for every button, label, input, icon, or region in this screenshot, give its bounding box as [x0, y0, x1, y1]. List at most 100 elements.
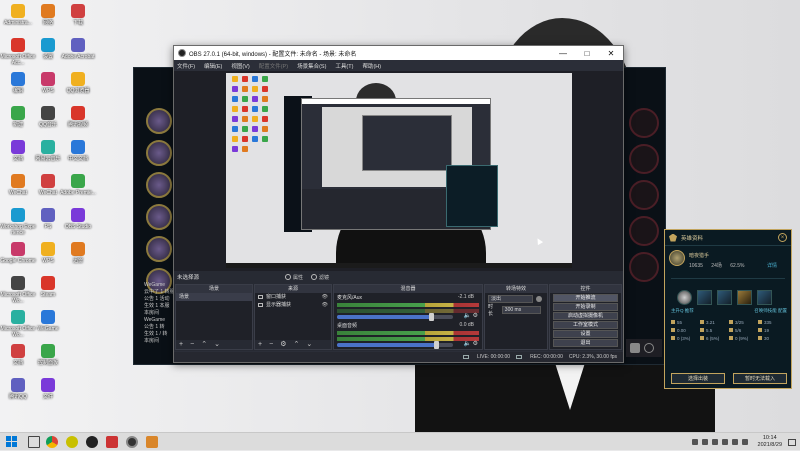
system-clock[interactable]: 10:14 2021/8/29	[758, 435, 782, 449]
scene-item[interactable]: 场景	[176, 293, 252, 301]
ban-slot[interactable]	[629, 180, 659, 210]
champion-avatar[interactable]	[146, 172, 172, 198]
qq-browser-icon[interactable]	[66, 436, 78, 448]
source-item-window-capture[interactable]: 窗口捕获 👁	[255, 293, 331, 301]
eye-icon[interactable]: 👁	[322, 301, 328, 309]
desktop-shortcut-label: Adobe Acrobat	[61, 54, 95, 60]
properties-button[interactable]: 属性	[285, 274, 303, 281]
add-icon[interactable]: +	[258, 341, 262, 348]
desktop-shortcut[interactable]: QQ浏览器	[60, 72, 96, 94]
audio-mixer-dock: 混音器 麦克风/Aux -2.1 dB 🔈 ⚙ 桌面音频 0.0 dB 🔈 ⚙	[333, 284, 483, 350]
task-view-icon[interactable]	[28, 436, 40, 448]
ban-slot[interactable]	[629, 216, 659, 246]
obs-taskbar-icon[interactable]	[126, 436, 138, 448]
qq-icon[interactable]	[86, 436, 98, 448]
menu-view[interactable]: 视图(V)	[231, 62, 249, 70]
desktop-shortcut[interactable]: WeGame	[30, 310, 66, 332]
remove-icon[interactable]: −	[190, 341, 194, 348]
item-slot[interactable]	[697, 290, 712, 305]
champion-avatar[interactable]	[146, 108, 172, 134]
obs-preview-area[interactable]	[174, 71, 623, 271]
book-icon[interactable]	[630, 343, 640, 353]
chrome-icon[interactable]	[46, 436, 58, 448]
speaker-icon[interactable]: 🔈	[463, 313, 470, 319]
volume-fader-knob[interactable]	[429, 313, 435, 321]
game-launcher-icon[interactable]	[106, 436, 118, 448]
start-virtual-camera-button[interactable]: 启动虚拟摄像机	[553, 312, 618, 320]
volume-fader[interactable]	[337, 341, 454, 349]
gear-icon[interactable]: ⚙	[280, 341, 286, 348]
choose-build-button[interactable]: 选择出装	[671, 373, 725, 384]
desktop-shortcut[interactable]: Adobe Acrobat	[60, 38, 96, 60]
close-icon[interactable]: ×	[778, 233, 787, 242]
desktop-shortcut[interactable]: 腾讯视频	[60, 106, 96, 128]
ban-slot[interactable]	[629, 252, 659, 282]
network-icon[interactable]	[721, 439, 728, 445]
tray-app-icon[interactable]	[701, 439, 708, 445]
desktop-shortcut[interactable]: 文件	[30, 378, 66, 400]
menu-edit[interactable]: 编辑(E)	[204, 62, 222, 70]
filters-button[interactable]: 滤镜	[311, 274, 329, 281]
game-client-taskbar-icon[interactable]	[146, 436, 158, 448]
tray-app-icon[interactable]	[691, 439, 698, 445]
obs-titlebar[interactable]: OBS 27.0.1 (64-bit, windows) - 配置文件: 未命名…	[174, 46, 623, 60]
item-slot[interactable]	[717, 290, 732, 305]
volume-icon[interactable]	[731, 439, 738, 445]
eye-icon[interactable]: 👁	[322, 293, 328, 301]
gear-icon[interactable]: ⚙	[473, 341, 478, 347]
gear-icon[interactable]	[536, 295, 542, 302]
ban-slot[interactable]	[629, 144, 659, 174]
gear-icon[interactable]: ⚙	[473, 313, 478, 319]
exit-button[interactable]: 退出	[553, 339, 618, 347]
desktop-shortcut[interactable]: 下载	[60, 4, 96, 26]
settings-button[interactable]: 设置	[553, 330, 618, 338]
add-icon[interactable]: +	[179, 341, 183, 348]
desktop-shortcut[interactable]: Adobe Premie...	[60, 174, 96, 196]
menu-scene-collection[interactable]: 场景集合(S)	[297, 62, 326, 70]
minimize-icon[interactable]: —	[551, 46, 575, 60]
load-button[interactable]: 暂时无法载入	[733, 373, 787, 384]
move-down-icon[interactable]: ⌄	[214, 341, 220, 348]
app-icon	[11, 276, 25, 290]
windows-start-icon[interactable]	[6, 436, 18, 448]
champion-avatar[interactable]	[146, 236, 172, 262]
desktop-shortcut[interactable]: Steam	[30, 276, 66, 298]
details-link[interactable]: 详情	[767, 262, 777, 269]
menu-profile[interactable]: 配置文件(P)	[259, 62, 288, 70]
input-method-icon[interactable]	[741, 439, 748, 445]
item-slot[interactable]	[737, 290, 752, 305]
desktop-shortcut[interactable]: 迅雷	[60, 242, 96, 264]
menu-tools[interactable]: 工具(T)	[335, 62, 353, 70]
desktop-shortcut[interactable]: 中文文档	[60, 140, 96, 162]
speaker-icon[interactable]: 🔈	[463, 341, 470, 347]
menu-help[interactable]: 帮助(H)	[362, 62, 381, 70]
champion-avatar[interactable]	[146, 204, 172, 230]
move-down-icon[interactable]: ⌄	[306, 341, 312, 348]
duration-input[interactable]: 300 ms	[501, 305, 541, 314]
champion-avatar[interactable]	[146, 140, 172, 166]
obs-window[interactable]: OBS 27.0.1 (64-bit, windows) - 配置文件: 未命名…	[173, 45, 624, 363]
maximize-icon[interactable]: □	[575, 46, 599, 60]
menu-file[interactable]: 文件(F)	[177, 62, 195, 70]
ban-slot[interactable]	[629, 108, 659, 138]
move-up-icon[interactable]: ⌃	[293, 341, 299, 348]
preview-canvas[interactable]	[226, 73, 572, 268]
item-slot[interactable]	[677, 290, 692, 305]
notification-icon[interactable]	[788, 438, 796, 446]
app-icon	[71, 242, 85, 256]
settings-circle-icon[interactable]	[644, 343, 654, 353]
start-recording-button[interactable]: 开始录制	[553, 303, 618, 311]
move-up-icon[interactable]: ⌃	[201, 341, 207, 348]
transition-type-select[interactable]: 淡出	[488, 294, 534, 303]
volume-fader[interactable]	[337, 313, 454, 321]
volume-fader-knob[interactable]	[434, 341, 440, 349]
desktop-shortcut[interactable]: OBS Studio	[60, 208, 96, 230]
close-icon[interactable]: ✕	[599, 46, 623, 60]
remove-icon[interactable]: −	[269, 341, 273, 348]
item-slot[interactable]	[757, 290, 772, 305]
studio-mode-button[interactable]: 工作室模式	[553, 321, 618, 329]
desktop-shortcut[interactable]: 控制面板	[30, 344, 66, 366]
tray-app-icon[interactable]	[711, 439, 718, 445]
source-item-display-capture[interactable]: 显示器捕获 👁	[255, 301, 331, 309]
start-streaming-button[interactable]: 开始推流	[553, 294, 618, 302]
